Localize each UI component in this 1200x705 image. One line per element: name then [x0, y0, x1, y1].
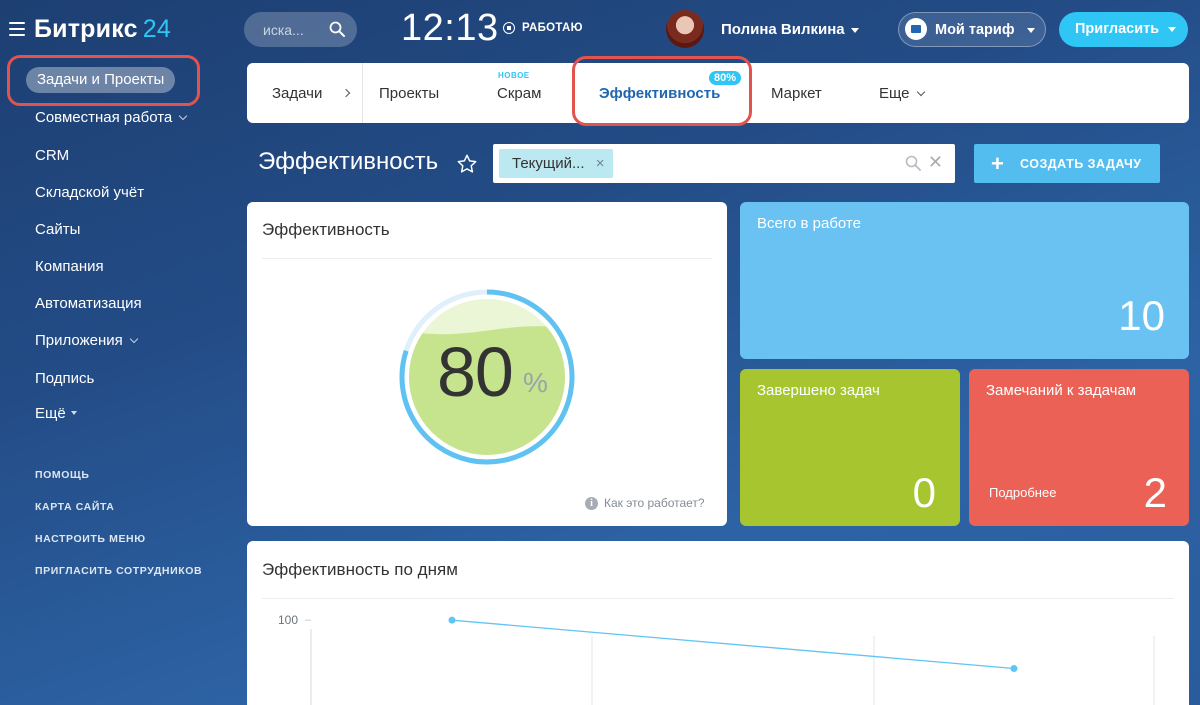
tab-more[interactable]: Еще	[879, 85, 925, 102]
highlight-ring-tab	[572, 56, 752, 126]
sidebar-item-more[interactable]: Ещё	[35, 405, 77, 422]
data-point[interactable]	[448, 616, 456, 624]
logo-number: 24	[142, 15, 171, 43]
tab-tasks[interactable]: Задачи	[272, 85, 322, 102]
work-status-label: РАБОТАЮ	[522, 22, 583, 34]
sidebar-item-signature[interactable]: Подпись	[35, 370, 94, 387]
clear-icon[interactable]: ✕	[928, 152, 943, 173]
y-tick-label: 100	[278, 613, 298, 627]
remarks-more-link[interactable]: Подробнее	[989, 485, 1056, 500]
effectiveness-unit: %	[523, 367, 548, 398]
in-work-tile[interactable]: Всего в работе 10	[740, 202, 1189, 359]
in-work-title: Всего в работе	[757, 215, 861, 232]
search-input[interactable]: иска...	[244, 12, 357, 47]
briefcase-icon	[905, 18, 927, 40]
highlight-ring-sidebar	[7, 55, 200, 106]
chevron-down-icon	[179, 111, 188, 121]
in-work-value: 10	[1118, 292, 1165, 339]
create-task-label: СОЗДАТЬ ЗАДАЧУ	[1020, 157, 1142, 171]
tab-market[interactable]: Маркет	[771, 85, 822, 102]
sidebar-item-company[interactable]: Компания	[35, 258, 104, 275]
search-placeholder: иска...	[263, 22, 304, 38]
app-logo[interactable]: Битрикс 24	[34, 15, 171, 44]
invite-label: Пригласить	[1075, 21, 1160, 37]
completed-value: 0	[912, 469, 936, 516]
series-line	[451, 619, 1015, 670]
create-task-button[interactable]: + СОЗДАТЬ ЗАДАЧУ	[974, 144, 1160, 183]
tariff-label: Мой тариф	[935, 22, 1015, 38]
triangle-down-icon	[1168, 27, 1176, 32]
clock[interactable]: 12:13	[401, 7, 499, 50]
filter-chip-label: Текущий...	[512, 155, 585, 172]
logo-text: Битрикс	[34, 15, 138, 43]
chevron-down-icon	[916, 87, 925, 97]
user-name[interactable]: Полина Вилкина	[721, 21, 845, 38]
chevron-down-icon	[129, 334, 139, 344]
tab-more-label: Еще	[879, 85, 910, 102]
info-icon: i	[585, 496, 598, 510]
sidebar-link-invite-employees[interactable]: ПРИГЛАСИТЬ СОТРУДНИКОВ	[35, 565, 202, 577]
daily-chart: 10080	[278, 613, 1155, 705]
filter-chip[interactable]: Текущий... ×	[499, 149, 613, 178]
close-icon[interactable]: ×	[596, 149, 605, 178]
triangle-down-icon	[70, 411, 77, 415]
triangle-down-icon	[1027, 28, 1035, 33]
search-icon[interactable]	[329, 21, 345, 37]
tab-projects[interactable]: Проекты	[379, 85, 439, 102]
my-tariff-button[interactable]: Мой тариф	[898, 12, 1046, 47]
sidebar-item-crm[interactable]: CRM	[35, 147, 69, 164]
data-point[interactable]	[1010, 665, 1018, 672]
invite-button[interactable]: Пригласить	[1059, 12, 1188, 47]
avatar[interactable]	[666, 10, 704, 48]
effectiveness-card-title: Эффективность	[262, 220, 390, 239]
remarks-value: 2	[1143, 469, 1167, 516]
filter-search-field[interactable]: Текущий... × ✕	[493, 144, 955, 183]
search-icon[interactable]	[905, 155, 921, 171]
daily-effectiveness-card: Эффективность по дням 10080	[247, 541, 1189, 705]
sidebar-item-apps[interactable]: Приложения	[35, 332, 139, 349]
work-status[interactable]: РАБОТАЮ	[503, 22, 583, 34]
star-icon[interactable]	[456, 153, 478, 175]
divider	[262, 258, 712, 259]
remarks-title: Замечаний к задачам	[986, 382, 1137, 399]
sidebar-item-collaboration[interactable]: Совместная работа	[35, 109, 188, 126]
sidebar-item-warehouse[interactable]: Складской учёт	[35, 184, 144, 201]
sidebar-item-sites[interactable]: Сайты	[35, 221, 80, 238]
chevron-right-icon	[341, 88, 351, 98]
left-sidebar: Битрикс 24 Задачи и Проекты Совместная ра…	[0, 0, 232, 705]
tab-scrum[interactable]: Скрам	[497, 85, 541, 102]
effectiveness-card: Эффективность 80 % i Как это работает?	[247, 202, 727, 526]
sidebar-item-label: Приложения	[35, 332, 123, 349]
sidebar-item-label: Ещё	[35, 405, 66, 422]
sidebar-link-help[interactable]: ПОМОЩЬ	[35, 469, 89, 481]
new-badge: НОВОЕ	[498, 71, 530, 80]
menu-burger-icon[interactable]	[9, 22, 25, 36]
remarks-tile[interactable]: Замечаний к задачам Подробнее 2	[969, 369, 1189, 526]
triangle-down-icon[interactable]	[851, 28, 859, 33]
how-it-works-link[interactable]: i Как это работает?	[585, 496, 705, 510]
page-title: Эффективность	[258, 148, 439, 175]
effectiveness-value: 80	[437, 333, 514, 411]
stop-icon	[503, 22, 515, 34]
sidebar-link-sitemap[interactable]: КАРТА САЙТА	[35, 501, 115, 513]
completed-tile[interactable]: Завершено задач 0	[740, 369, 960, 526]
sidebar-link-configure-menu[interactable]: НАСТРОИТЬ МЕНЮ	[35, 533, 146, 545]
completed-title: Завершено задач	[757, 382, 880, 399]
sidebar-item-label: Совместная работа	[35, 109, 173, 126]
how-it-works-label: Как это работает?	[604, 496, 705, 510]
sidebar-item-automation[interactable]: Автоматизация	[35, 295, 142, 312]
plus-icon: +	[991, 151, 1004, 176]
tab-separator	[362, 63, 363, 123]
